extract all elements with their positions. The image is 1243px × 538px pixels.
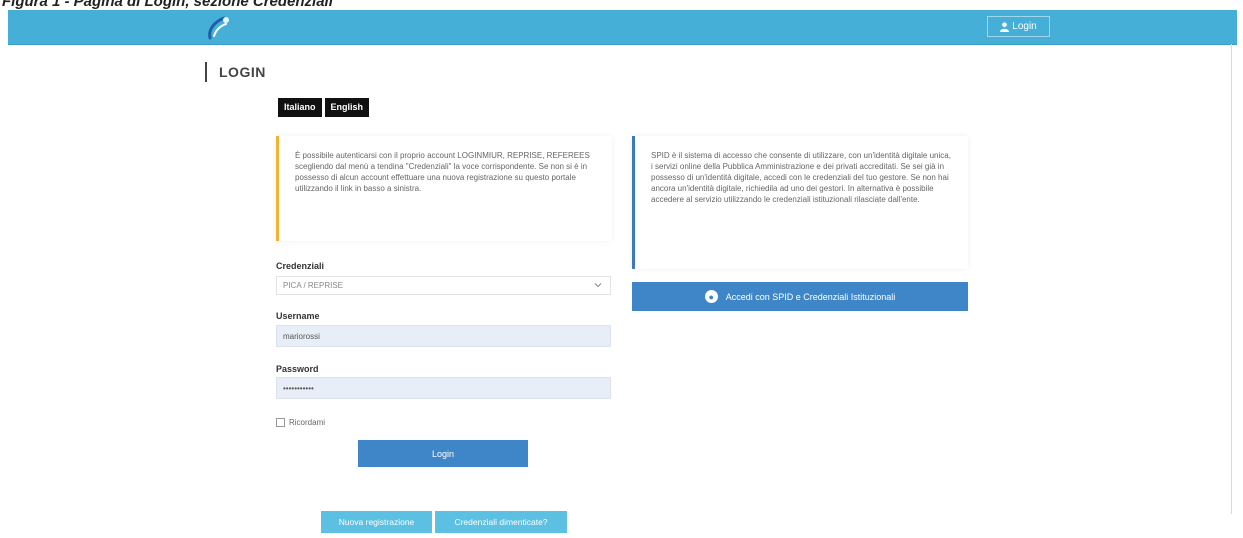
header-login-button[interactable]: Login — [987, 16, 1050, 37]
page-heading: LOGIN — [205, 62, 266, 82]
register-button[interactable]: Nuova registrazione — [321, 511, 432, 533]
username-label: Username — [276, 311, 320, 321]
page-title: LOGIN — [219, 64, 266, 80]
spid-login-button[interactable]: ● Accedi con SPID e Credenziali Istituzi… — [632, 282, 968, 311]
login-button[interactable]: Login — [358, 440, 528, 467]
remember-me: Ricordami — [276, 418, 325, 427]
page-border — [1231, 44, 1232, 514]
password-label: Password — [276, 364, 319, 374]
spid-button-label: Accedi con SPID e Credenziali Istituzion… — [725, 291, 896, 302]
credentials-info-box: È possibile autenticarsi con il proprio … — [276, 136, 612, 241]
header-login-label: Login — [1012, 21, 1037, 32]
credentials-selected-value: PICA / REPRISE — [283, 281, 344, 290]
site-logo-icon[interactable] — [204, 14, 232, 42]
top-navbar: Login — [8, 10, 1237, 45]
forgot-credentials-button[interactable]: Credenziali dimenticate? — [435, 511, 567, 533]
spid-user-icon: ● — [704, 290, 718, 303]
heading-accent-bar — [205, 62, 207, 82]
lang-english-button[interactable]: English — [324, 98, 370, 117]
spid-info-box: SPID è il sistema di accesso che consent… — [632, 136, 968, 269]
user-icon — [1000, 21, 1010, 32]
chevron-down-icon — [594, 283, 602, 288]
remember-label: Ricordami — [289, 418, 326, 427]
lang-italiano-button[interactable]: Italiano — [278, 98, 322, 117]
username-input[interactable] — [276, 325, 611, 347]
credentials-label: Credenziali — [276, 261, 325, 271]
figure-caption: Figura 1 - Pagina di Login, sezione Cred… — [2, 0, 333, 10]
password-input[interactable] — [276, 377, 611, 399]
credentials-select[interactable]: PICA / REPRISE — [276, 276, 611, 295]
remember-checkbox[interactable] — [276, 418, 285, 427]
language-switcher: Italiano English — [278, 98, 370, 117]
